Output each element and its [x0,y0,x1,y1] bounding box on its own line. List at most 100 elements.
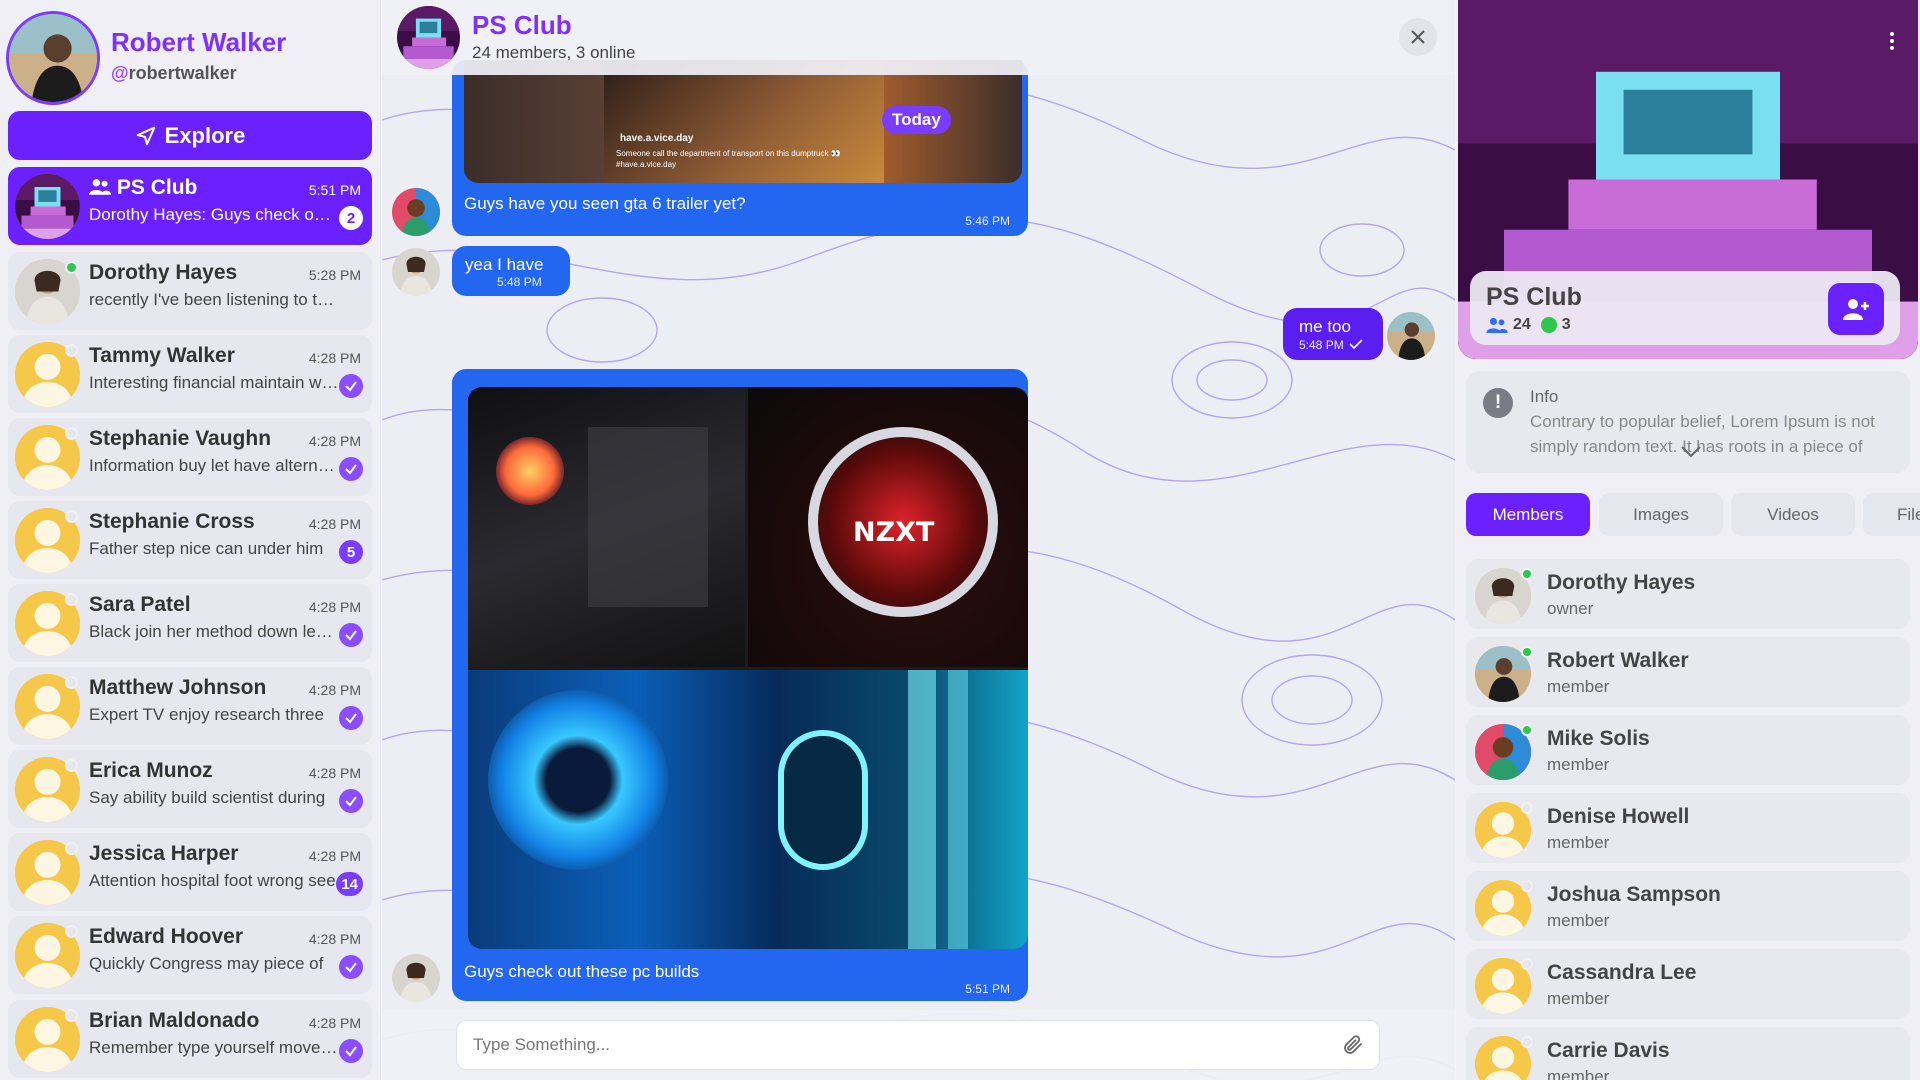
conversation-preview: Dorothy Hayes: Guys check out these pc b… [89,205,339,224]
pc-build-image[interactable] [468,387,745,667]
conversation-stephanie-cross[interactable]: Stephanie Cross 4:28 PM Father step nice… [8,501,372,579]
message-bubble[interactable]: have.a.vice.day Someone call the departm… [452,60,1028,236]
avatar[interactable] [1387,312,1435,360]
tab-files[interactable]: Files [1863,493,1920,536]
member-row[interactable]: Joshua Sampson member [1466,871,1910,941]
read-check-icon [339,789,363,813]
online-count: 3 [1561,316,1571,333]
chat-panel: have.a.vice.day Someone call the departm… [382,0,1455,1080]
read-check-icon [339,955,363,979]
embed-caption: Someone call the department of transport… [616,149,841,169]
profile-handle: @robertwalker [111,63,237,84]
message-text: yea I have [465,255,544,274]
online-indicator [65,261,78,274]
member-role: member [1547,989,1610,1008]
message-input[interactable] [473,1021,1333,1069]
unread-badge: 14 [336,872,363,896]
close-button[interactable] [1399,18,1437,56]
video-embed-thumbnail[interactable]: have.a.vice.day Someone call the departm… [464,60,1022,183]
message-input-field[interactable] [456,1020,1380,1070]
online-indicator [1521,646,1533,658]
offline-indicator [1521,802,1533,814]
read-check-icon [339,706,363,730]
image-grid[interactable]: NZXT [468,387,1028,949]
avatar[interactable] [392,954,440,1002]
conversation-dorothy-hayes[interactable]: Dorothy Hayes 5:28 PM recently I've been… [8,252,372,330]
conversation-time: 4:28 PM [308,848,361,864]
conversation-sara-patel[interactable]: Sara Patel 4:28 PM Black join her method… [8,584,372,662]
add-member-button[interactable] [1828,283,1884,335]
group-cover-image: PS Club 24 3 [1458,0,1918,359]
info-label: Info [1530,387,1559,406]
conversation-brian-maldonado[interactable]: Brian Maldonado 4:28 PM Remember type yo… [8,1000,372,1078]
online-indicator [1521,724,1533,736]
user-profile[interactable]: Robert Walker @robertwalker [6,11,376,106]
message-text: Guys check out these pc builds [464,962,700,981]
member-name: Joshua Sampson [1547,883,1721,906]
conversation-tammy-walker[interactable]: Tammy Walker 4:28 PM Interesting financi… [8,335,372,413]
message-composer [382,1010,1455,1080]
member-role: member [1547,833,1610,852]
member-role: owner [1547,599,1594,618]
member-name: Carrie Davis [1547,1039,1670,1062]
conversation-preview: Attention hospital foot wrong see [89,871,336,890]
conversation-time: 5:28 PM [308,267,361,283]
member-name: Mike Solis [1547,727,1650,750]
conversation-edward-hoover[interactable]: Edward Hoover 4:28 PM Quickly Congress m… [8,916,372,994]
tab-images[interactable]: Images [1599,493,1723,536]
conversation-title: Brian Maldonado [89,1009,260,1032]
conversation-preview: Information buy let have alternative [89,456,339,475]
member-name: Robert Walker [1547,649,1689,672]
member-row[interactable]: Carrie Davis member [1466,1027,1910,1080]
unread-badge: 5 [339,540,363,564]
conversation-preview: Father step nice can under him [89,539,324,558]
read-check-icon [339,1039,363,1063]
member-name: Dorothy Hayes [1547,571,1696,594]
group-avatar [15,174,80,239]
member-row[interactable]: Mike Solis member [1466,715,1910,785]
avatar[interactable] [6,11,100,105]
chevron-down-icon[interactable] [1680,445,1702,459]
conversation-stephanie-vaughn[interactable]: Stephanie Vaughn 4:28 PM Information buy… [8,418,372,496]
member-row[interactable]: Robert Walker member [1466,637,1910,707]
member-row[interactable]: Cassandra Lee member [1466,949,1910,1019]
attachment-icon[interactable] [1341,1033,1365,1057]
member-row[interactable]: Denise Howell member [1466,793,1910,863]
conversation-title: Jessica Harper [89,842,239,865]
explore-button[interactable]: Explore [8,111,372,160]
message-bubble[interactable]: yea I have 5:48 PM [452,246,570,296]
conversation-title: Tammy Walker [89,344,235,367]
message-bubble[interactable]: NZXT Guys check out these pc builds 5:51… [452,369,1028,1001]
close-icon [1411,30,1425,44]
pc-build-image[interactable]: NZXT [748,387,1028,667]
offline-indicator [65,759,78,772]
send-icon [136,126,155,145]
pc-build-image[interactable] [468,670,1028,949]
offline-indicator [65,593,78,606]
avatar[interactable] [392,248,440,296]
avatar[interactable] [392,188,440,236]
conversation-matthew-johnson[interactable]: Matthew Johnson 4:28 PM Expert TV enjoy … [8,667,372,745]
conversation-ps-club[interactable]: PS Club 5:51 PM Dorothy Hayes: Guys chec… [8,167,372,245]
conversation-sidebar: Robert Walker @robertwalker Explore PS C… [0,0,381,1080]
group-avatar[interactable] [397,6,460,69]
tab-members[interactable]: Members [1466,493,1590,536]
tab-videos[interactable]: Videos [1731,493,1855,536]
group-info-section[interactable]: ! Info Contrary to popular belief, Lorem… [1466,371,1910,473]
conversation-title: Edward Hoover [89,925,244,948]
image-text: NZXT [853,517,935,548]
offline-indicator [1521,958,1533,970]
conversation-erica-munoz[interactable]: Erica Munoz 4:28 PM Say ability build sc… [8,750,372,828]
message-bubble-own[interactable]: me too 5:48 PM [1283,308,1383,360]
media-tabs: Members Images Videos Files [1466,493,1920,536]
offline-indicator [65,1009,78,1022]
unread-badge: 2 [339,206,363,230]
member-row[interactable]: Dorothy Hayes owner [1466,559,1910,629]
message-time: 5:51 PM [965,982,1010,996]
more-options-icon[interactable] [1890,32,1894,50]
conversation-time: 4:28 PM [308,682,361,698]
message-text: Guys have you seen gta 6 trailer yet? [464,194,746,213]
conversation-jessica-harper[interactable]: Jessica Harper 4:28 PM Attention hospita… [8,833,372,911]
conversation-title: Matthew Johnson [89,676,267,699]
offline-indicator [65,344,78,357]
